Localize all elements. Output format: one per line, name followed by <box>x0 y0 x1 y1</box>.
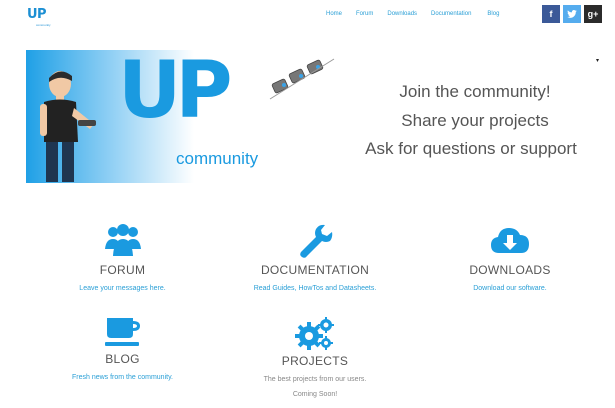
feature-projects[interactable]: PROJECTS The best projects from our user… <box>240 316 390 398</box>
feature-documentation[interactable]: DOCUMENTATION Read Guides, HowTos and Da… <box>240 223 390 292</box>
feature-blog-title: BLOG <box>105 352 140 366</box>
nav-forum[interactable]: Forum <box>356 11 373 17</box>
nav-home[interactable]: Home <box>326 11 342 17</box>
feature-documentation-title: DOCUMENTATION <box>260 263 370 277</box>
feature-downloads[interactable]: DOWNLOADS Download our software. <box>440 223 580 292</box>
feature-forum[interactable]: FORUM Leave your messages here. <box>50 223 195 292</box>
feature-blog[interactable]: BLOG Fresh news from the community. <box>50 316 195 381</box>
googleplus-icon[interactable]: g+ <box>584 5 602 23</box>
cloud-download-icon <box>491 228 529 253</box>
feature-forum-desc[interactable]: Leave your messages here. <box>50 285 195 292</box>
site-logo[interactable]: UP community <box>27 7 51 28</box>
feature-documentation-desc[interactable]: Read Guides, HowTos and Datasheets. <box>240 285 390 292</box>
tagline-ask: Ask for questions or support <box>365 139 577 158</box>
nav-blog[interactable]: Blog <box>487 11 499 17</box>
twitter-bird-icon <box>567 10 577 18</box>
nav-downloads[interactable]: Downloads <box>387 11 417 17</box>
tagline-share: Share your projects <box>401 111 549 130</box>
nav-documentation[interactable]: Documentation <box>431 11 471 17</box>
feature-blog-desc[interactable]: Fresh news from the community. <box>50 374 195 381</box>
feature-projects-coming-soon: Coming Soon! <box>292 391 338 398</box>
feature-downloads-desc[interactable]: Download our software. <box>440 285 580 292</box>
facebook-icon[interactable]: f <box>542 5 560 23</box>
social-links: f g+ <box>542 5 602 23</box>
main-nav: Home Forum Downloads Documentation Blog <box>326 11 499 17</box>
gears-icon <box>295 317 334 350</box>
wrench-icon <box>300 224 333 258</box>
users-icon <box>104 224 141 256</box>
feature-forum-title: FORUM <box>99 263 146 277</box>
logo-mark: UP <box>27 7 47 22</box>
feature-projects-title: PROJECTS <box>281 354 349 368</box>
banner-logo: UP <box>118 50 232 136</box>
tagline-join: Join the community! <box>399 82 551 101</box>
caret-down-icon: ▾ <box>596 58 600 64</box>
twitter-icon[interactable] <box>563 5 581 23</box>
logo-subtitle: community <box>36 23 51 27</box>
person-illustration <box>40 71 96 182</box>
hero-banner: UP community <box>26 50 266 183</box>
coffee-cup-icon <box>104 318 140 346</box>
feature-downloads-title: DOWNLOADS <box>469 263 551 277</box>
robot-board-illustration <box>269 58 335 100</box>
banner-community: community <box>176 149 259 168</box>
feature-projects-desc: The best projects from our users. <box>263 376 367 383</box>
